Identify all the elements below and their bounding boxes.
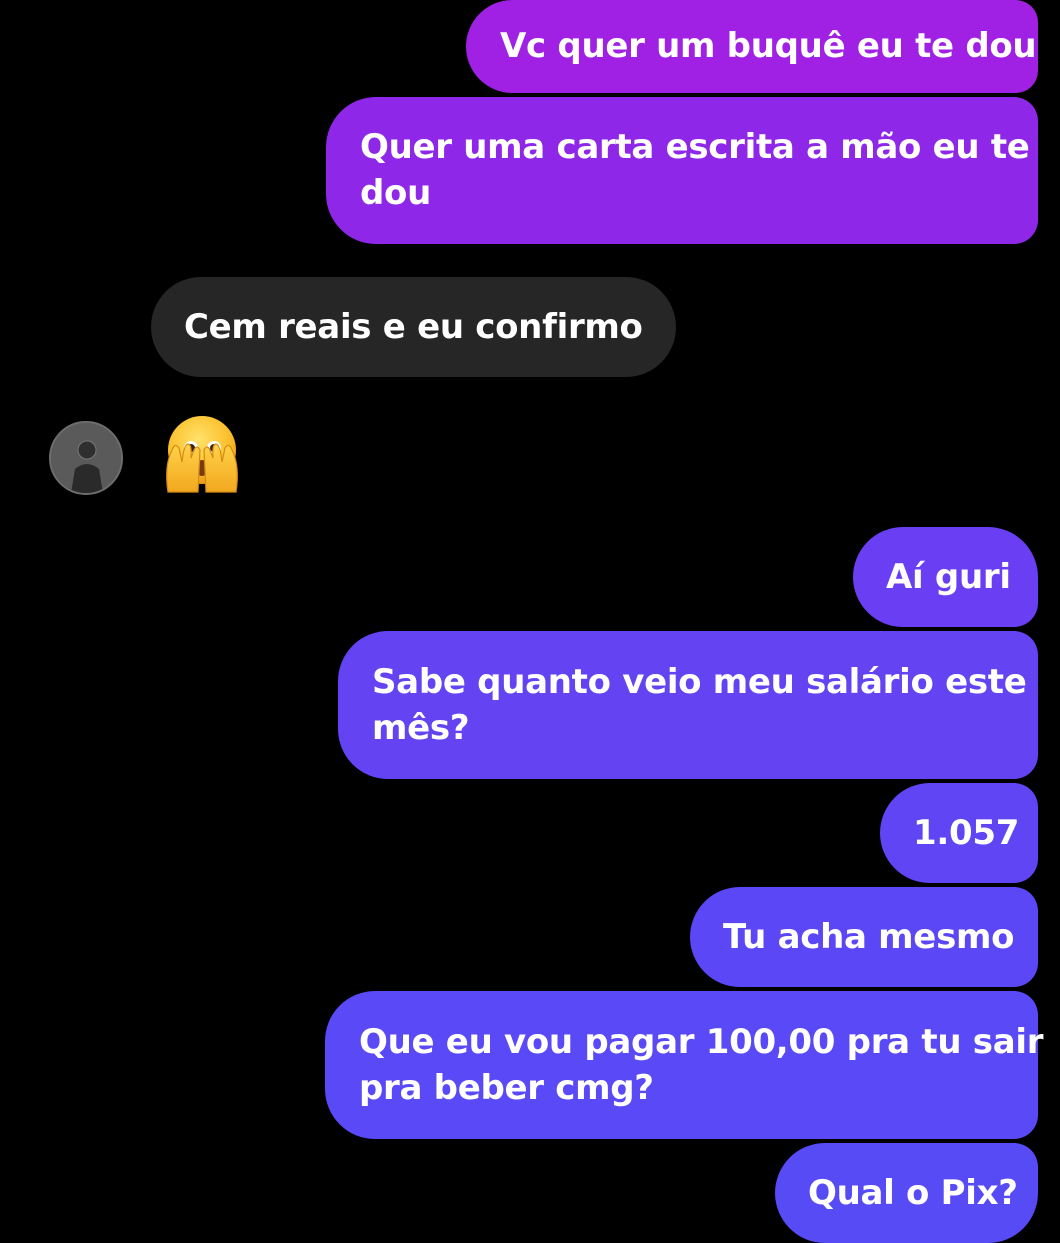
sent-message-bubble[interactable]: Aí guri <box>853 527 1038 627</box>
sent-message-bubble[interactable]: 1.057 <box>880 783 1038 883</box>
message-text: Aí guri <box>886 557 1011 597</box>
sent-message-bubble[interactable]: Quer uma carta escrita a mão eu te dou <box>326 97 1038 244</box>
sent-message-bubble[interactable]: Sabe quanto veio meu salário este mês? <box>338 631 1038 779</box>
message-text: 1.057 <box>913 813 1020 853</box>
sent-message-bubble[interactable]: Vc quer um buquê eu te dou <box>466 0 1038 93</box>
message-text: Que eu vou pagar 100,00 pra tu sair <box>359 1022 1044 1062</box>
message-text: Qual o Pix? <box>808 1173 1018 1213</box>
contact-avatar[interactable] <box>49 421 123 495</box>
message-text: Quer uma carta escrita a mão eu te <box>360 127 1030 167</box>
message-text: Tu acha mesmo <box>723 917 1015 957</box>
message-text: Vc quer um buquê eu te dou <box>500 26 1037 66</box>
message-text: Cem reais e eu confirmo <box>184 307 643 347</box>
avatar-photo-icon <box>51 423 121 493</box>
message-text: Sabe quanto veio meu salário este <box>372 662 1027 702</box>
received-message-bubble[interactable]: Cem reais e eu confirmo <box>151 277 676 377</box>
sent-message-bubble[interactable]: Que eu vou pagar 100,00 pra tu sair pra … <box>325 991 1044 1139</box>
message-text: pra beber cmg? <box>359 1068 654 1108</box>
emoji-message[interactable] <box>160 410 244 494</box>
message-text: mês? <box>372 708 470 748</box>
message-text: dou <box>360 173 432 213</box>
sent-message-bubble[interactable]: Qual o Pix? <box>775 1143 1038 1243</box>
face-with-open-eyes-and-hand-over-mouth-icon <box>166 416 238 493</box>
sent-message-bubble[interactable]: Tu acha mesmo <box>690 887 1038 987</box>
